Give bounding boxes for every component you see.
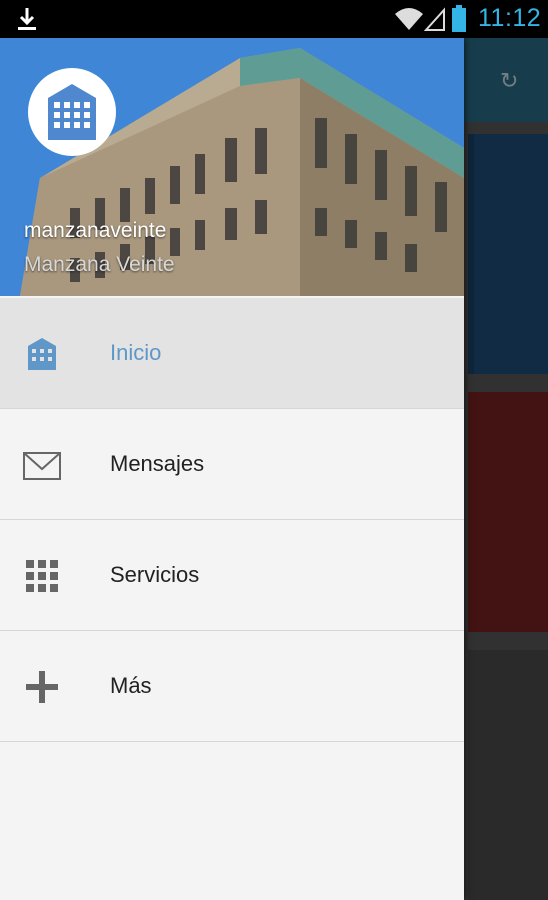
drawer-item-mensajes[interactable]: Mensajes	[0, 409, 464, 520]
grid-icon	[26, 560, 58, 592]
drawer-item-label: Más	[110, 673, 152, 698]
status-bar: 11:12	[0, 0, 548, 38]
drawer-item-servicios[interactable]: Servicios	[0, 520, 464, 631]
drawer-item-label: Inicio	[110, 340, 162, 365]
plus-icon	[26, 671, 58, 703]
account-display-name: Manzana Veinte	[24, 253, 175, 276]
drawer-menu: Inicio Mensajes Servicios Más	[0, 296, 464, 742]
account-username: manzanaveinte	[24, 219, 167, 242]
wifi-icon	[395, 8, 423, 30]
drawer-item-label: Mensajes	[110, 451, 205, 476]
profile-avatar[interactable]	[28, 68, 116, 156]
envelope-icon	[23, 452, 61, 480]
signal-icon	[424, 7, 445, 31]
battery-icon	[452, 5, 466, 32]
download-icon	[18, 8, 36, 30]
drawer-item-inicio[interactable]: Inicio	[0, 298, 464, 409]
building-icon	[28, 338, 56, 370]
navigation-drawer: manzanaveinte Manzana Veinte Inicio Mens…	[0, 38, 464, 900]
drawer-item-mas[interactable]: Más	[0, 631, 464, 742]
drawer-item-label: Servicios	[110, 562, 200, 587]
drawer-header: manzanaveinte Manzana Veinte	[0, 38, 464, 296]
building-logo-icon	[48, 84, 96, 140]
clock: 11:12	[478, 4, 542, 32]
